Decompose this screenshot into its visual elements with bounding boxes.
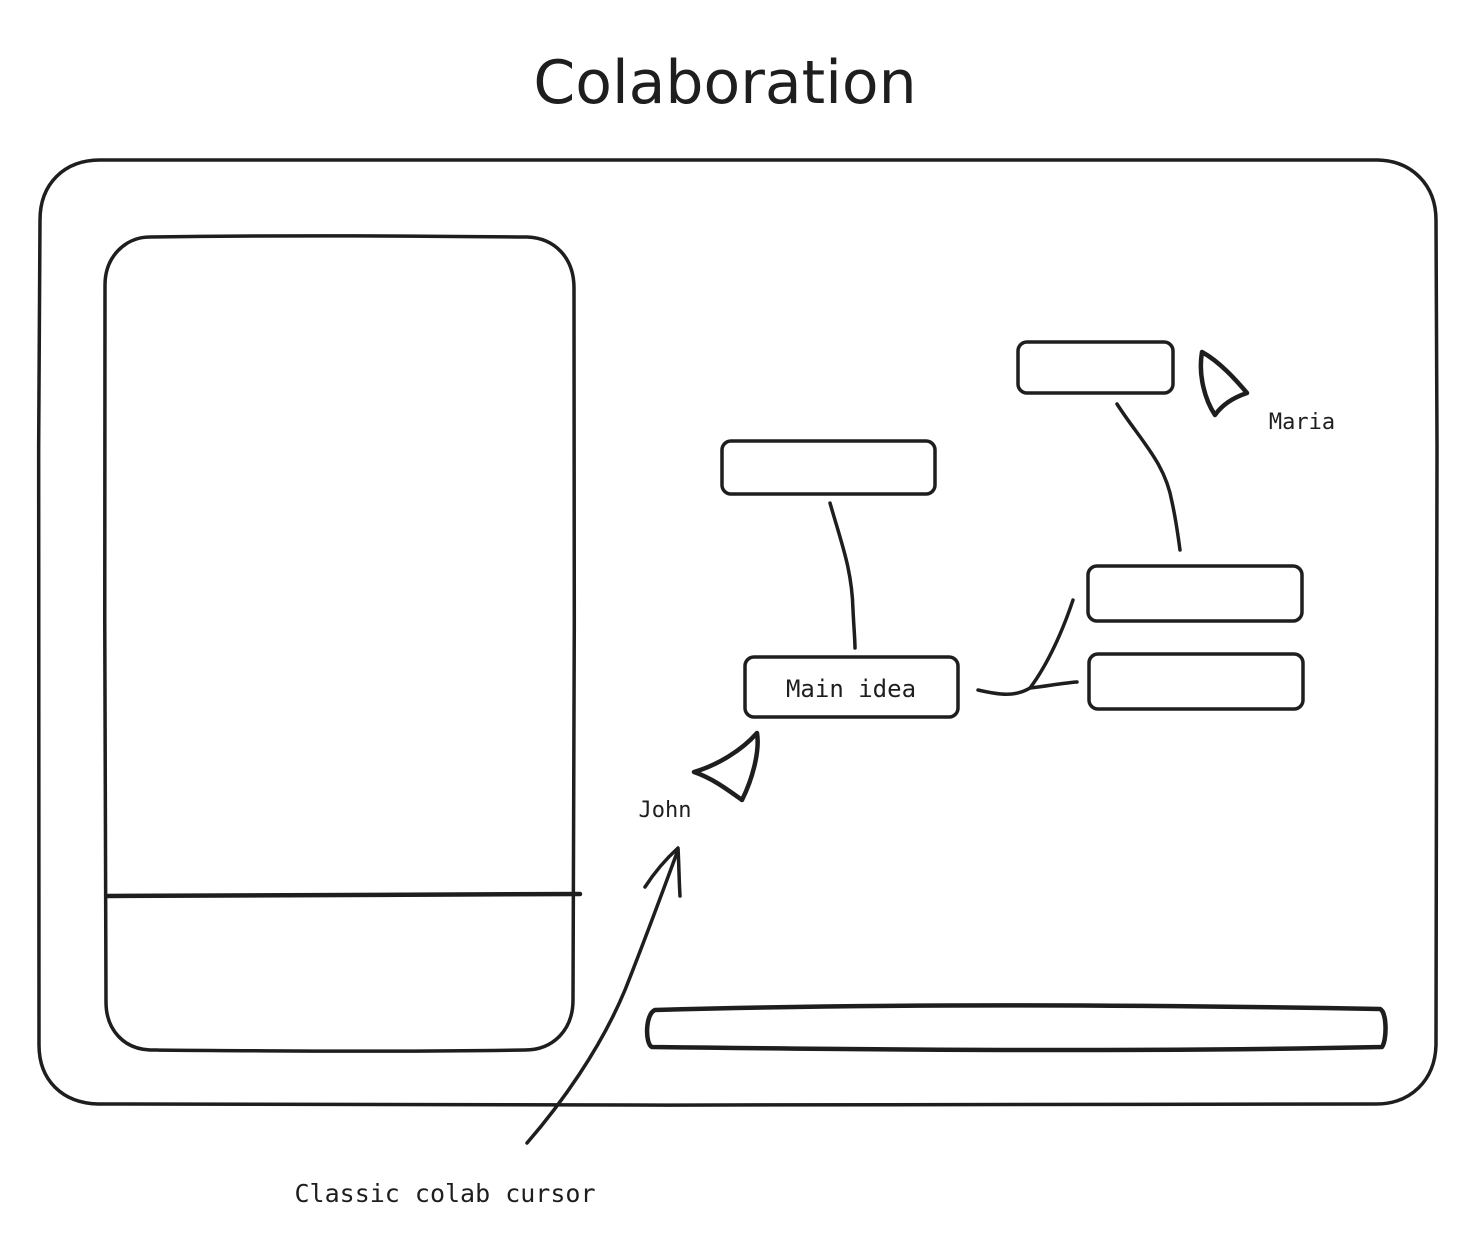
bottom-input-bar[interactable] [644, 1003, 1388, 1053]
mindmap-node-main-label: Main idea [786, 675, 916, 703]
sketch-canvas: Colaboration Main idea John Maria Classi… [36, 48, 1439, 1208]
maria-cursor-label: Maria [1269, 410, 1335, 435]
mindmap-node-top-right[interactable] [1016, 340, 1175, 395]
side-panel [103, 234, 577, 1053]
mindmap-node-right-lower[interactable] [1087, 652, 1305, 711]
annotation-label: Classic colab cursor [294, 1179, 595, 1208]
connector-main-to-right-lower [1028, 680, 1079, 690]
maria-cursor-icon [1198, 349, 1250, 418]
connector-main-to-top-left [828, 501, 857, 650]
mindmap-node-right-upper[interactable] [1086, 564, 1304, 623]
john-cursor-label: John [639, 798, 692, 823]
mindmap-node-top-left[interactable] [720, 439, 937, 496]
app-frame [36, 156, 1439, 1107]
connector-main-to-right [976, 598, 1075, 696]
john-cursor-icon [691, 730, 760, 803]
connector-right-to-top-right [1115, 402, 1182, 552]
side-panel-divider [105, 891, 583, 899]
page-title: Colaboration [533, 48, 916, 118]
